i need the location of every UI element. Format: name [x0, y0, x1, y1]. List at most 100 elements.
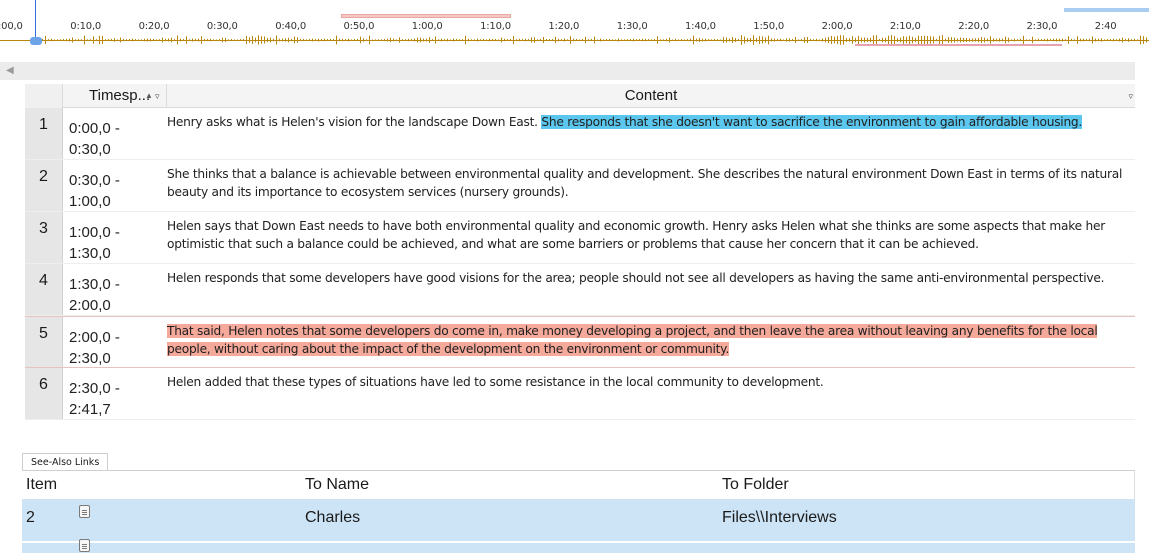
waveform-sample — [867, 38, 868, 42]
content-cell[interactable]: Henry asks what is Helen's vision for th… — [167, 108, 1135, 131]
scroll-left-icon[interactable]: ◀ — [6, 62, 14, 80]
timespan-end: 0:30,0 — [69, 141, 111, 158]
waveform-sample — [936, 38, 937, 42]
waveform-sample — [456, 38, 457, 42]
waveform-sample — [885, 37, 886, 43]
table-row[interactable]: 1 0:00,0 - 0:30,0 Henry asks what is Helen'… — [25, 108, 1135, 160]
timespan-cell[interactable]: 1:00,0 - 1:30,0 — [63, 212, 167, 263]
timespan-cell[interactable]: 1:30,0 - 2:00,0 — [63, 264, 167, 315]
waveform-sample — [600, 38, 601, 42]
waveform-sample — [369, 35, 370, 45]
waveform-sample — [306, 39, 307, 41]
waveform-sample — [711, 39, 712, 41]
timespan-end: 1:00,0 — [69, 193, 111, 210]
waveform-sample — [684, 39, 685, 41]
waveform-sample — [309, 38, 310, 42]
waveform-sample — [690, 38, 691, 42]
item-column-header[interactable]: Item — [26, 471, 57, 499]
waveform-sample — [1134, 38, 1135, 42]
waveform-sample — [981, 37, 982, 43]
timespan-cell[interactable]: 2:30,0 - 2:41,7 — [63, 368, 167, 419]
waveform-sample — [288, 37, 289, 43]
waveform-sample — [918, 35, 919, 45]
content-cell[interactable]: Helen responds that some developers have… — [167, 264, 1135, 287]
waveform-sample — [642, 38, 643, 42]
waveform-sample — [1125, 38, 1126, 42]
waveform-sample — [816, 38, 817, 42]
waveform-sample — [1092, 36, 1093, 44]
timespan-cell[interactable]: 2:00,0 - 2:30,0 — [63, 317, 167, 367]
waveform-sample — [1029, 39, 1030, 41]
media-timeline[interactable]: :00,0 0:10,0 0:20,0 0:30,0 0:40,0 0:50,0 1:00,… — [0, 0, 1149, 52]
timespan-cell[interactable]: 0:00,0 - 0:30,0 — [63, 108, 167, 159]
row-number[interactable]: 4 — [25, 264, 63, 315]
content-text: Helen responds that some developers have… — [167, 271, 1105, 285]
waveform-sample — [948, 37, 949, 43]
row-number[interactable]: 3 — [25, 212, 63, 263]
waveform-sample — [663, 39, 664, 41]
waveform-sample — [252, 36, 253, 44]
row-number[interactable]: 6 — [25, 368, 63, 419]
table-row[interactable]: 2 0:30,0 - 1:00,0 She thinks that a balance… — [25, 160, 1135, 212]
list-item[interactable] — [22, 539, 1135, 553]
selection-range-marker[interactable] — [855, 44, 1062, 46]
waveform-sample — [567, 39, 568, 41]
table-row[interactable]: 4 1:30,0 - 2:00,0 Helen responds that some … — [25, 264, 1135, 316]
waveform-sample — [729, 38, 730, 42]
waveform-sample — [783, 39, 784, 41]
waveform-sample — [138, 39, 139, 41]
row-number[interactable]: 2 — [25, 160, 63, 211]
table-row[interactable]: 3 1:00,0 - 1:30,0 Helen says that Down East… — [25, 212, 1135, 264]
waveform-sample — [216, 39, 217, 41]
waveform-sample — [507, 39, 508, 41]
waveform-sample — [744, 36, 745, 44]
waveform-sample — [336, 35, 337, 45]
waveform-sample — [243, 38, 244, 42]
content-cell[interactable]: Helen says that Down East needs to have … — [167, 212, 1135, 253]
content-cell[interactable]: She thinks that a balance is achievable … — [167, 160, 1135, 201]
to-name-column-header[interactable]: To Name — [305, 471, 369, 499]
waveform-sample — [1056, 38, 1057, 42]
waveform-sample — [822, 38, 823, 42]
waveform-sample — [324, 38, 325, 42]
waveform-sample — [1119, 38, 1120, 42]
to-name-cell[interactable]: Charles — [305, 509, 360, 527]
content-cell[interactable]: That said, Helen notes that some develop… — [167, 317, 1135, 358]
to-folder-column-header[interactable]: To Folder — [722, 471, 789, 499]
table-row[interactable]: 5 2:00,0 - 2:30,0 That said, Helen notes th… — [25, 316, 1135, 368]
waveform-sample — [150, 38, 151, 42]
list-item[interactable]: 2 Charles Files\\Interviews — [22, 499, 1135, 543]
waveform-sample — [384, 38, 385, 42]
waveform-sample — [990, 36, 991, 44]
waveform-sample — [879, 38, 880, 42]
waveform-sample — [861, 37, 862, 43]
playhead-handle[interactable] — [30, 37, 42, 45]
sort-ascending-icon[interactable]: ▲ — [145, 84, 153, 108]
row-number[interactable]: 1 — [25, 108, 63, 159]
table-row[interactable]: 6 2:30,0 - 2:41,7 Helen added that these ty… — [25, 368, 1135, 420]
waveform-sample — [480, 39, 481, 41]
waveform-sample — [540, 38, 541, 42]
waveform-sample — [786, 38, 787, 42]
filter-icon[interactable]: ▿ — [155, 84, 160, 108]
tab-see-also-links[interactable]: See-Also Links — [22, 453, 109, 471]
row-selector-header[interactable] — [25, 84, 63, 108]
waveform-sample — [657, 36, 658, 44]
waveform-sample — [639, 39, 640, 41]
waveform-sample — [132, 38, 133, 42]
to-folder-cell[interactable]: Files\\Interviews — [722, 509, 837, 527]
waveform-sample — [501, 37, 502, 43]
waveform-sample — [1104, 39, 1105, 41]
filter-icon[interactable]: ▿ — [1128, 84, 1133, 108]
timespan-cell[interactable]: 0:30,0 - 1:00,0 — [63, 160, 167, 211]
waveform-sample — [564, 38, 565, 42]
waveform-sample — [681, 39, 682, 41]
content-cell[interactable]: Helen added that these types of situatio… — [167, 368, 1135, 391]
waveform-sample — [228, 39, 229, 41]
waveform-sample — [156, 39, 157, 41]
waveform-sample — [81, 39, 82, 41]
waveform-sample — [1038, 38, 1039, 42]
row-number[interactable]: 5 — [25, 317, 63, 367]
horizontal-scrollbar[interactable]: ◀ — [0, 62, 1135, 80]
content-column-header[interactable]: Content ▿ — [167, 84, 1135, 108]
